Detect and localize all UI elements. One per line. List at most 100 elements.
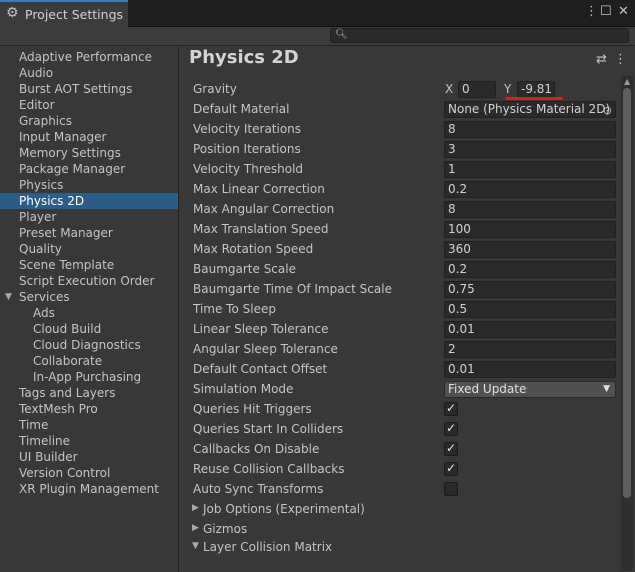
sidebar-item-scene-template[interactable]: Scene Template bbox=[0, 257, 178, 273]
sidebar-item-physics[interactable]: Physics bbox=[0, 177, 178, 193]
default-material-value: None (Physics Material 2D) bbox=[448, 102, 611, 116]
more-options-icon[interactable]: ⋮ bbox=[585, 4, 598, 19]
search-box[interactable]: 🔍︎ bbox=[330, 28, 629, 43]
reuse-collision-callbacks-row: Reuse Collision Callbacks ✓ bbox=[179, 460, 619, 480]
queries-start-in-colliders-checkbox[interactable]: ✓ bbox=[444, 421, 458, 436]
maximize-icon[interactable]: ☐ bbox=[600, 4, 612, 19]
object-picker-icon[interactable]: ⊙ bbox=[603, 103, 612, 117]
sidebar-item-cloud-diagnostics[interactable]: Cloud Diagnostics bbox=[0, 337, 178, 353]
max-translation-speed-field[interactable]: 100 bbox=[444, 221, 616, 238]
checkmark-icon: ✓ bbox=[446, 421, 457, 435]
sidebar-item-label: Physics 2D bbox=[19, 194, 85, 208]
callbacks-on-disable-checkbox[interactable]: ✓ bbox=[444, 441, 458, 456]
queries-hit-triggers-row: Queries Hit Triggers ✓ bbox=[179, 400, 619, 420]
sidebar-item-label: XR Plugin Management bbox=[19, 482, 159, 496]
sidebar-item-tags-and-layers[interactable]: Tags and Layers bbox=[0, 385, 178, 401]
default-contact-offset-label: Default Contact Offset bbox=[193, 362, 328, 376]
search-icon: 🔍︎ bbox=[335, 29, 348, 40]
velocity-iterations-field[interactable]: 8 bbox=[444, 121, 616, 138]
scroll-up-icon[interactable]: ▲ bbox=[624, 77, 630, 86]
expand-arrow-icon[interactable]: ▼ bbox=[5, 289, 12, 305]
linear-sleep-tolerance-row: Linear Sleep Tolerance 0.01 bbox=[179, 320, 619, 340]
foldout-label: Layer Collision Matrix bbox=[203, 540, 333, 554]
velocity-threshold-field[interactable]: 1 bbox=[444, 161, 616, 178]
sidebar-item-timeline[interactable]: Timeline bbox=[0, 433, 178, 449]
simulation-mode-dropdown[interactable]: Fixed Update ▼ bbox=[444, 381, 616, 398]
max-rotation-speed-row: Max Rotation Speed 360 bbox=[179, 240, 619, 260]
queries-start-in-colliders-row: Queries Start In Colliders ✓ bbox=[179, 420, 619, 440]
default-contact-offset-field[interactable]: 0.01 bbox=[444, 361, 616, 378]
sidebar-item-time[interactable]: Time bbox=[0, 417, 178, 433]
max-linear-correction-field[interactable]: 0.2 bbox=[444, 181, 616, 198]
linear-sleep-tolerance-field[interactable]: 0.01 bbox=[444, 321, 616, 338]
dropdown-caret-icon: ▼ bbox=[603, 384, 610, 394]
window-title: Project Settings bbox=[25, 7, 124, 22]
sidebar-item-collaborate[interactable]: Collaborate bbox=[0, 353, 178, 369]
sidebar-item-xr-plugin-management[interactable]: XR Plugin Management bbox=[0, 481, 178, 497]
more-options-icon[interactable]: ⋮ bbox=[614, 52, 627, 67]
window-tab[interactable]: ⚙ Project Settings bbox=[0, 0, 128, 27]
checkmark-icon: ✓ bbox=[446, 401, 457, 415]
callbacks-on-disable-row: Callbacks On Disable ✓ bbox=[179, 440, 619, 460]
sidebar-item-graphics[interactable]: Graphics bbox=[0, 113, 178, 129]
collapsed-arrow-icon: ▶ bbox=[192, 503, 199, 513]
linear-sleep-tolerance-label: Linear Sleep Tolerance bbox=[193, 322, 329, 336]
sidebar-item-player[interactable]: Player bbox=[0, 209, 178, 225]
sidebar-item-cloud-build[interactable]: Cloud Build bbox=[0, 321, 178, 337]
gravity-y-field[interactable]: -9.81 bbox=[517, 81, 555, 98]
sidebar-item-ads[interactable]: Ads bbox=[0, 305, 178, 321]
sidebar-item-input-manager[interactable]: Input Manager bbox=[0, 129, 178, 145]
sidebar-item-preset-manager[interactable]: Preset Manager bbox=[0, 225, 178, 241]
foldout-layer-collision-matrix[interactable]: ▼ Layer Collision Matrix bbox=[179, 539, 619, 557]
scrollbar-thumb[interactable] bbox=[623, 88, 631, 498]
sidebar-item-services[interactable]: ▼ Services bbox=[0, 289, 178, 305]
time-to-sleep-field[interactable]: 0.5 bbox=[444, 301, 616, 318]
vertical-scrollbar[interactable]: ▲ bbox=[621, 76, 633, 571]
position-iterations-field[interactable]: 3 bbox=[444, 141, 616, 158]
gravity-x-field[interactable]: 0 bbox=[458, 81, 496, 98]
sidebar-item-package-manager[interactable]: Package Manager bbox=[0, 161, 178, 177]
sidebar-item-textmesh-pro[interactable]: TextMesh Pro bbox=[0, 401, 178, 417]
max-angular-correction-label: Max Angular Correction bbox=[193, 202, 335, 216]
foldout-gizmos[interactable]: ▶ Gizmos bbox=[179, 521, 619, 539]
gear-icon: ⚙ bbox=[6, 5, 19, 21]
max-translation-speed-row: Max Translation Speed 100 bbox=[179, 220, 619, 240]
baumgarte-toi-scale-field[interactable]: 0.75 bbox=[444, 281, 616, 298]
close-icon[interactable]: ✕ bbox=[618, 4, 629, 19]
max-rotation-speed-field[interactable]: 360 bbox=[444, 241, 616, 258]
sidebar-item-label: Package Manager bbox=[19, 162, 126, 176]
max-translation-speed-label: Max Translation Speed bbox=[193, 222, 329, 236]
sidebar-item-quality[interactable]: Quality bbox=[0, 241, 178, 257]
sidebar-item-in-app-purchasing[interactable]: In-App Purchasing bbox=[0, 369, 178, 385]
sidebar-item-physics-2d[interactable]: Physics 2D bbox=[0, 193, 178, 209]
sidebar-item-memory-settings[interactable]: Memory Settings bbox=[0, 145, 178, 161]
sidebar-item-ui-builder[interactable]: UI Builder bbox=[0, 449, 178, 465]
reuse-collision-callbacks-checkbox[interactable]: ✓ bbox=[444, 461, 458, 476]
foldout-job-options[interactable]: ▶ Job Options (Experimental) bbox=[179, 501, 619, 519]
velocity-iterations-label: Velocity Iterations bbox=[193, 122, 302, 136]
gravity-y-label: Y bbox=[504, 82, 512, 96]
sidebar-item-audio[interactable]: Audio bbox=[0, 65, 178, 81]
baumgarte-scale-field[interactable]: 0.2 bbox=[444, 261, 616, 278]
auto-sync-transforms-checkbox[interactable] bbox=[444, 482, 458, 496]
sidebar-item-label: Tags and Layers bbox=[19, 386, 116, 400]
search-input[interactable] bbox=[347, 29, 623, 42]
sidebar-item-label: Script Execution Order bbox=[19, 274, 155, 288]
queries-hit-triggers-checkbox[interactable]: ✓ bbox=[444, 401, 458, 416]
sidebar-item-script-execution-order[interactable]: Script Execution Order bbox=[0, 273, 178, 289]
sliders-icon[interactable]: ⇄ bbox=[596, 52, 607, 67]
max-angular-correction-row: Max Angular Correction 8 bbox=[179, 200, 619, 220]
sidebar-item-burst-aot-settings[interactable]: Burst AOT Settings bbox=[0, 81, 178, 97]
default-material-field[interactable]: None (Physics Material 2D) ⊙ bbox=[444, 101, 616, 118]
angular-sleep-tolerance-field[interactable]: 2 bbox=[444, 341, 616, 358]
expanded-arrow-icon: ▼ bbox=[192, 541, 199, 551]
reuse-collision-callbacks-label: Reuse Collision Callbacks bbox=[193, 462, 345, 476]
baumgarte-toi-scale-label: Baumgarte Time Of Impact Scale bbox=[193, 282, 392, 296]
sidebar-item-version-control[interactable]: Version Control bbox=[0, 465, 178, 481]
max-angular-correction-field[interactable]: 8 bbox=[444, 201, 616, 218]
sidebar-item-editor[interactable]: Editor bbox=[0, 97, 178, 113]
sidebar-item-adaptive-performance[interactable]: Adaptive Performance bbox=[0, 49, 178, 65]
sidebar-item-label: Cloud Build bbox=[33, 322, 102, 336]
sidebar-item-label: Preset Manager bbox=[19, 226, 113, 240]
time-to-sleep-label: Time To Sleep bbox=[193, 302, 276, 316]
